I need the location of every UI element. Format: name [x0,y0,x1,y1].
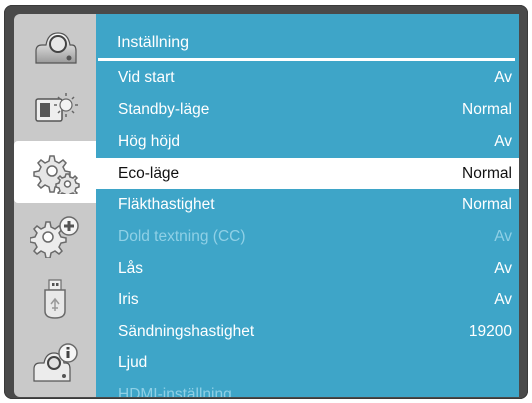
usb-icon [44,279,66,319]
menu-item-value: Av [494,260,512,277]
menu-item-label: Eco-läge [118,165,180,182]
menu-item-value: Av [494,228,512,245]
menu-item-value: Av [494,133,512,150]
menu-item[interactable]: Standby-läge Normal [96,94,519,125]
menu-item[interactable]: Iris Av [96,284,519,315]
sidebar-item-info[interactable] [14,332,96,394]
menu-item-value: Av [494,69,512,86]
menu-item[interactable]: Fläkthastighet Normal [96,189,519,220]
sidebar-item-settings[interactable] [14,141,96,203]
menu-item-label: Dold textning (CC) [118,228,246,245]
gear-settings-icon [33,155,80,194]
menu-item-label: Ljud [118,354,148,371]
sidebar-item-advanced[interactable] [14,205,96,267]
sidebar-item-usb[interactable] [14,268,96,330]
image-adjust-icon [35,93,78,122]
menu-item: Dold textning (CC) Av [96,221,519,252]
menu-item-value: Normal [462,196,512,213]
menu-item-label: Standby-läge [118,101,210,118]
menu-item-label: Fläkthastighet [118,196,215,213]
projector-info-icon [33,343,78,382]
title-divider [98,58,515,61]
menu-item-value: 19200 [468,323,512,340]
menu-title: Inställning [96,14,519,56]
menu-item: HDMI-inställning [96,379,519,397]
sidebar-item-projector[interactable] [14,16,96,78]
osd-sidebar [14,14,96,397]
menu-item-label: HDMI-inställning [118,386,232,397]
menu-item-value: Normal [462,101,512,118]
menu-item-label: Vid start [118,69,175,86]
menu-item-label: Sändningshastighet [118,323,255,340]
menu-item-label: Iris [118,291,139,308]
menu-item[interactable]: Sändningshastighet 19200 [96,316,519,347]
menu-item[interactable]: Hög höjd Av [96,126,519,157]
menu-title-text: Inställning [117,34,190,51]
menu-item[interactable]: Eco-läge Normal [96,158,519,189]
menu-item-label: Lås [118,260,143,277]
menu-item[interactable]: Vid start Av [96,62,519,93]
menu-item-value: Av [494,291,512,308]
menu-item-label: Hög höjd [118,133,181,150]
settings-menu-panel: Inställning Vid start Av Standby-läge Norma… [96,14,519,397]
projector-icon [35,32,77,64]
menu-item[interactable]: Lås Av [96,253,519,284]
menu-item-value: Normal [462,165,512,182]
sidebar-item-image[interactable] [14,78,96,140]
menu-item[interactable]: Ljud [96,347,519,378]
advanced-settings-icon [30,216,79,258]
